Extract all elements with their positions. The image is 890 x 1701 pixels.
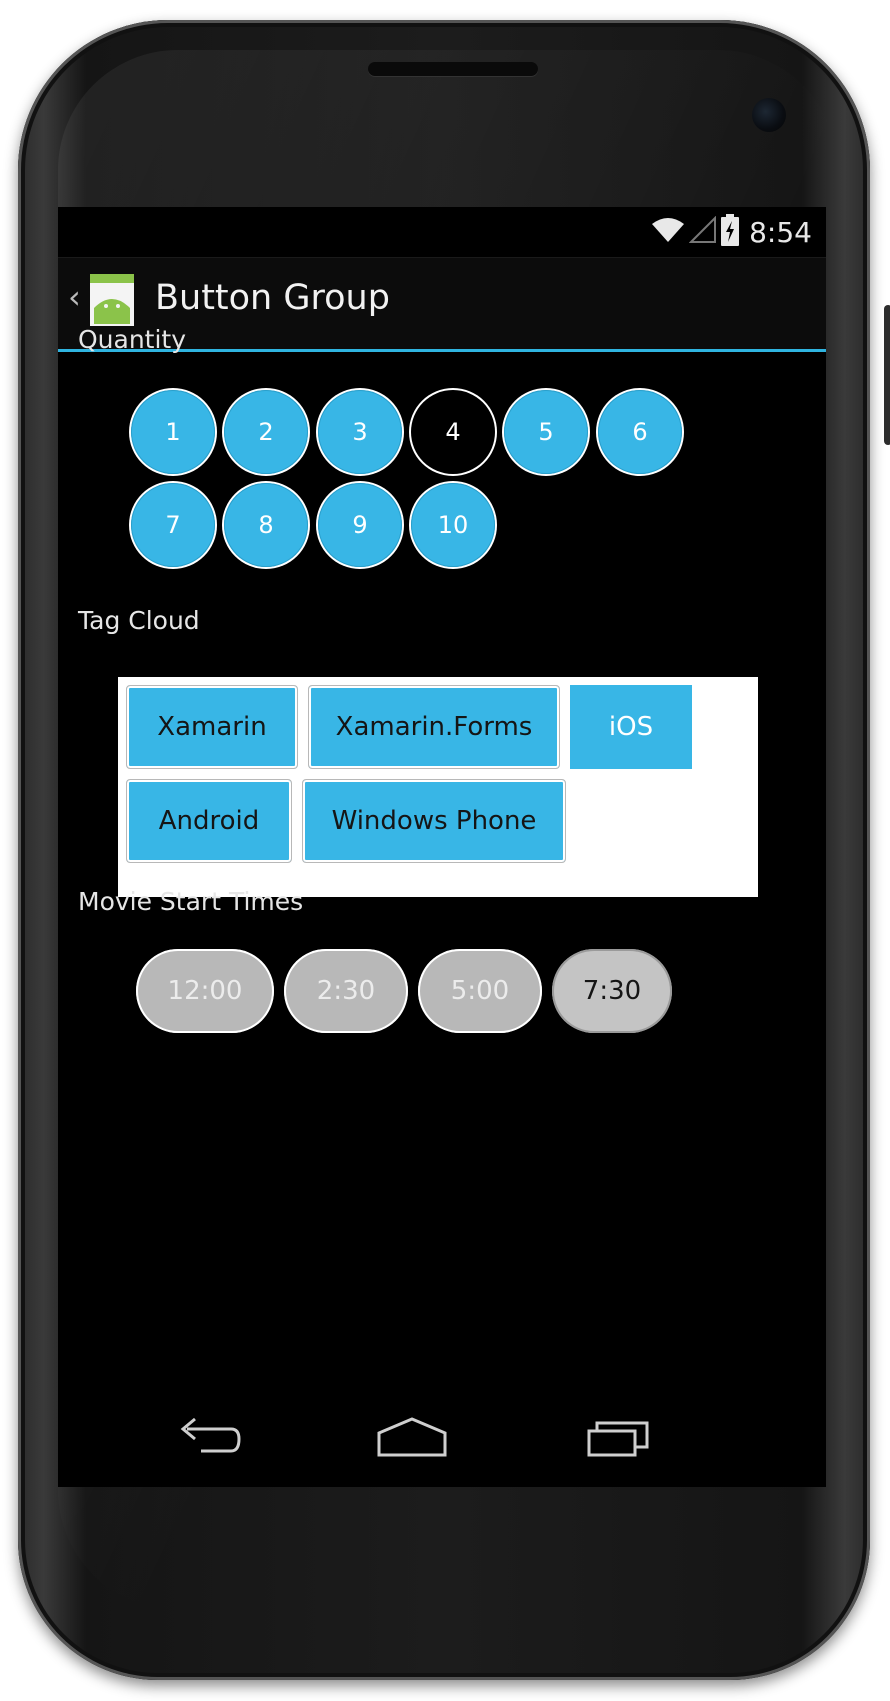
page-title: Button Group [155, 278, 390, 318]
tag-ios[interactable]: iOS [570, 685, 692, 769]
phone-screen: 8:54 ‹ Button Group Quantity 1 2 3 4 5 6… [58, 207, 826, 1487]
movie-time-730-selected[interactable]: 7:30 [552, 949, 672, 1033]
movie-time-230[interactable]: 2:30 [284, 949, 408, 1033]
cell-signal-icon [688, 215, 717, 248]
android-app-icon[interactable] [90, 274, 134, 326]
quantity-label: Quantity [78, 325, 187, 354]
navigation-bar [58, 1387, 826, 1487]
tag-windows-phone[interactable]: Windows Phone [302, 779, 566, 863]
quantity-option-7[interactable]: 7 [131, 483, 215, 567]
quantity-option-5[interactable]: 5 [504, 390, 588, 474]
battery-charging-icon [721, 214, 740, 250]
tag-cloud-panel: Xamarin Xamarin.Forms iOS Android Window… [118, 677, 758, 897]
home-icon[interactable] [362, 1407, 462, 1467]
quantity-option-1[interactable]: 1 [131, 390, 215, 474]
quantity-option-4-selected[interactable]: 4 [411, 390, 495, 474]
quantity-option-3[interactable]: 3 [318, 390, 402, 474]
up-chevron-icon[interactable]: ‹ [68, 278, 81, 316]
recents-icon[interactable] [568, 1407, 668, 1467]
quantity-option-8[interactable]: 8 [224, 483, 308, 567]
tag-cloud-label: Tag Cloud [78, 606, 200, 635]
status-bar: 8:54 [58, 207, 826, 258]
back-icon[interactable] [158, 1407, 258, 1467]
wifi-icon [651, 216, 685, 248]
earpiece-speaker [368, 62, 538, 76]
quantity-option-9[interactable]: 9 [318, 483, 402, 567]
tag-android[interactable]: Android [126, 779, 292, 863]
quantity-option-10[interactable]: 10 [411, 483, 495, 567]
tag-xamarin-forms[interactable]: Xamarin.Forms [308, 685, 560, 769]
quantity-option-2[interactable]: 2 [224, 390, 308, 474]
movie-time-1200[interactable]: 12:00 [136, 949, 274, 1033]
quantity-option-6[interactable]: 6 [598, 390, 682, 474]
movie-time-500[interactable]: 5:00 [418, 949, 542, 1033]
status-icons: 8:54 [651, 214, 812, 250]
movie-start-times-label: Movie Start Times [78, 887, 304, 916]
front-camera [752, 98, 786, 132]
power-button[interactable] [884, 305, 890, 445]
status-time: 8:54 [749, 215, 812, 249]
tag-xamarin[interactable]: Xamarin [126, 685, 298, 769]
